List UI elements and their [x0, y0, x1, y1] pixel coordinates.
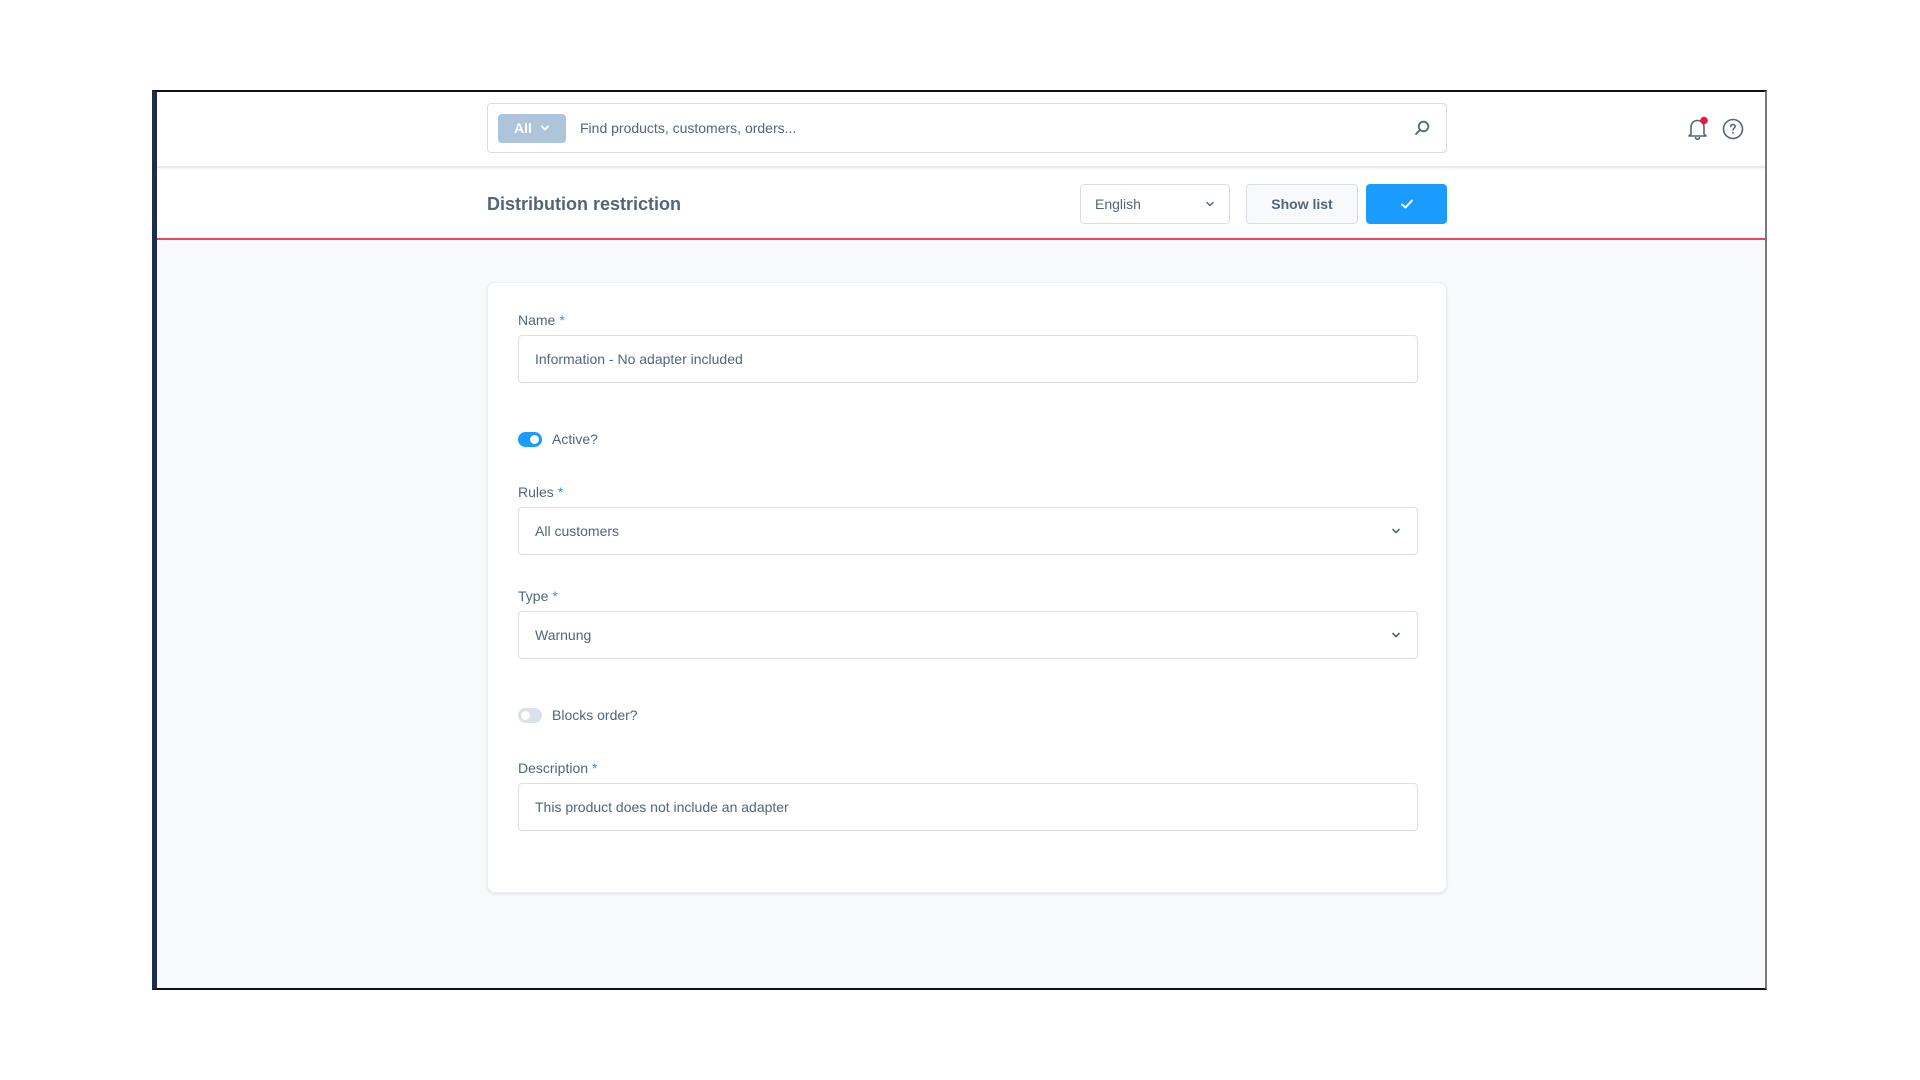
search-type-label: All	[514, 120, 532, 136]
required-marker: *	[552, 588, 558, 604]
check-icon	[1400, 199, 1413, 209]
chevron-down-icon	[1392, 528, 1400, 534]
blocks-order-toggle[interactable]	[518, 707, 542, 723]
active-label: Active?	[552, 431, 598, 447]
show-list-button[interactable]: Show list	[1246, 184, 1358, 224]
description-input-value: This product does not include an adapter	[535, 799, 789, 815]
chevron-down-icon	[1392, 632, 1400, 638]
search-input[interactable]	[580, 104, 1402, 152]
required-marker: *	[559, 312, 565, 328]
name-label: Name *	[518, 312, 565, 328]
search-type-dropdown[interactable]: All	[498, 113, 566, 143]
blocks-order-label: Blocks order?	[552, 707, 638, 723]
help-button[interactable]	[1720, 116, 1746, 142]
top-bar: All	[157, 92, 1765, 168]
blocks-order-toggle-row: Blocks order?	[518, 707, 638, 723]
notification-badge	[1700, 116, 1708, 125]
chevron-down-icon	[541, 125, 549, 131]
type-label: Type *	[518, 588, 558, 604]
type-select[interactable]: Warnung	[518, 611, 1418, 659]
active-toggle-row: Active?	[518, 431, 598, 447]
rules-select-value: All customers	[535, 523, 620, 539]
type-select-value: Warnung	[535, 627, 592, 643]
global-search: All	[487, 103, 1447, 153]
type-field: Type * Warnung	[518, 587, 1418, 659]
bell-icon	[1688, 116, 1708, 141]
description-input[interactable]: This product does not include an adapter	[518, 783, 1418, 831]
name-field: Name * Information - No adapter included	[518, 311, 1418, 383]
description-label: Description *	[518, 760, 598, 776]
page-toolbar: Distribution restriction English Show li…	[157, 170, 1765, 240]
form-card: Name * Information - No adapter included …	[487, 282, 1447, 893]
required-marker: *	[557, 484, 564, 500]
required-marker: *	[592, 760, 598, 776]
language-select[interactable]: English	[1080, 184, 1230, 224]
rules-label: Rules *	[518, 484, 564, 500]
notifications-button[interactable]	[1685, 116, 1711, 142]
search-button[interactable]	[1402, 108, 1442, 148]
active-toggle[interactable]	[518, 431, 542, 447]
name-input-value: Information - No adapter included	[535, 351, 743, 367]
page-title: Distribution restriction	[487, 194, 682, 214]
description-field: Description * This product does not inclu…	[518, 759, 1418, 831]
app-window: All Find products, customers, orders... …	[152, 90, 1767, 990]
rules-select[interactable]: All customers	[518, 507, 1418, 555]
name-input[interactable]: Information - No adapter included	[518, 335, 1418, 383]
rules-field: Rules * All customers	[518, 483, 1418, 555]
search-icon	[1415, 120, 1430, 135]
save-button[interactable]	[1366, 184, 1447, 224]
chevron-down-icon	[1206, 201, 1214, 207]
language-select-value: English	[1095, 196, 1141, 212]
help-circle-icon	[1722, 118, 1744, 140]
